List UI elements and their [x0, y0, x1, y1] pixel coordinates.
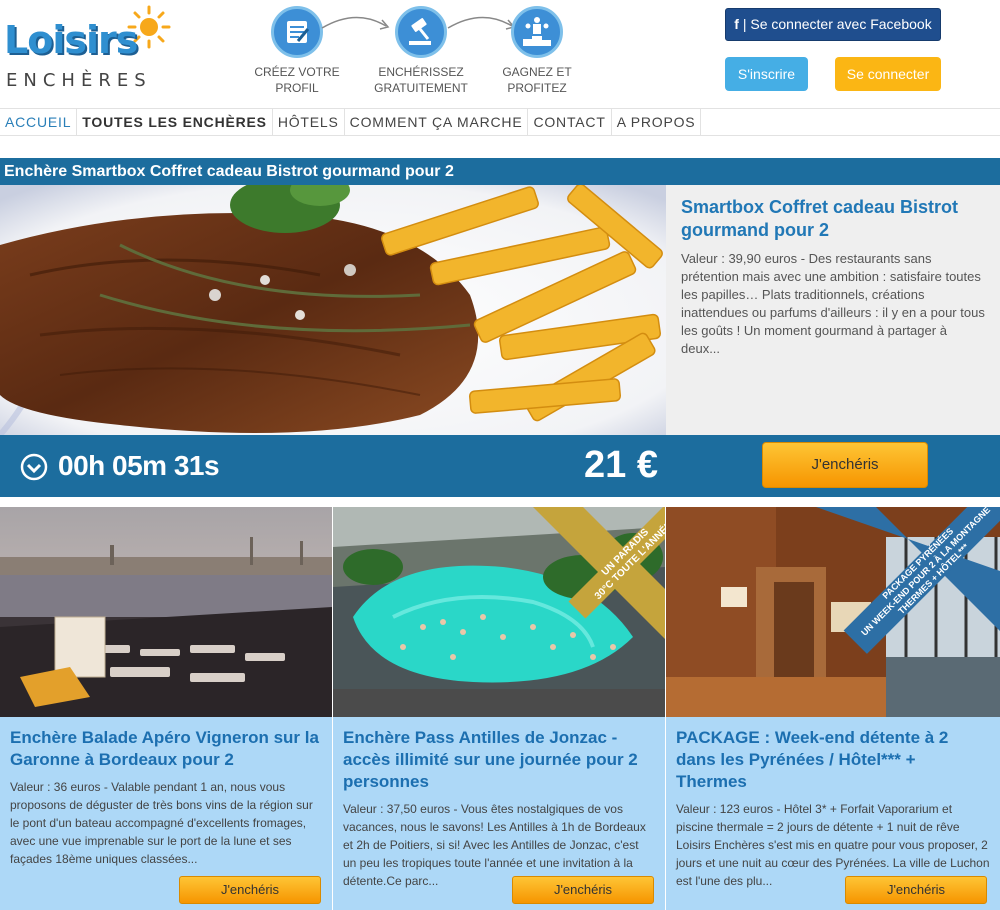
featured-auction-title[interactable]: Enchère Smartbox Coffret cadeau Bistrot …: [0, 158, 1000, 185]
site-header: Loisirs ENCHÈRES CRÉEZ VOTRE PROFIL ENCH…: [0, 0, 1000, 108]
bid-button[interactable]: J'enchéris: [179, 876, 321, 904]
auction-card-jonzac: UN PARADIS 30°C TOUTE L'ANNÉE Enchère Pa…: [333, 507, 665, 910]
countdown-timer: 00h 05m 31s: [58, 450, 220, 481]
login-button[interactable]: Se connecter: [835, 57, 941, 91]
tropical-pool-photo: [333, 507, 665, 717]
auction-card-bordeaux: Enchère Balade Apéro Vigneron sur la Gar…: [0, 507, 332, 910]
auction-card-image[interactable]: [0, 507, 332, 717]
river-apero-photo: [0, 507, 332, 717]
featured-bid-button[interactable]: J'enchéris: [762, 442, 928, 488]
facebook-login-label: Se connecter avec Facebook: [750, 16, 932, 32]
auction-card-title[interactable]: PACKAGE : Week-end détente à 2 dans les …: [676, 727, 990, 793]
step-label: CRÉEZ VOTRE PROFIL: [254, 65, 340, 95]
auction-gavel-icon: [395, 6, 447, 58]
featured-auction-details: Smartbox Coffret cadeau Bistrot gourmand…: [666, 185, 1000, 435]
logo-subtitle: ENCHÈRES: [6, 70, 152, 91]
current-price: 21 €: [584, 444, 658, 486]
steak-fries-photo: [0, 185, 666, 435]
how-it-works-steps: CRÉEZ VOTRE PROFIL ENCHÉRISSEZ GRATUITEM…: [232, 6, 612, 98]
logo-wordmark: Loisirs: [4, 18, 138, 62]
nav-item-hotels[interactable]: HÔTELS: [273, 109, 345, 135]
facebook-login-button[interactable]: f | Se connecter avec Facebook: [725, 8, 941, 41]
step-win-enjoy: GAGNEZ ET PROFITEZ: [472, 6, 602, 96]
featured-product-description: Valeur : 39,90 euros - Des restaurants s…: [681, 251, 985, 356]
nav-item-all-auctions[interactable]: TOUTES LES ENCHÈRES: [77, 109, 273, 135]
auction-card-description: Valeur : 36 euros - Valable pendant 1 an…: [10, 780, 313, 866]
facebook-icon: f: [734, 16, 739, 32]
featured-product-title[interactable]: Smartbox Coffret cadeau Bistrot gourmand…: [681, 196, 988, 242]
auction-card-image[interactable]: UN PARADIS 30°C TOUTE L'ANNÉE: [333, 507, 665, 717]
clock-icon: [20, 453, 48, 481]
site-logo[interactable]: Loisirs ENCHÈRES: [4, 4, 174, 100]
auction-card-image[interactable]: PACKAGE PYRÉNÉES UN WEEK-END POUR 2 À LA…: [666, 507, 1000, 717]
profile-form-icon: [271, 6, 323, 58]
bid-button[interactable]: J'enchéris: [845, 876, 987, 904]
nav-item-about[interactable]: A PROPOS: [612, 109, 702, 135]
nav-item-how-it-works[interactable]: COMMENT ÇA MARCHE: [345, 109, 529, 135]
auction-card-title[interactable]: Enchère Pass Antilles de Jonzac - accès …: [343, 727, 655, 793]
signup-button[interactable]: S'inscrire: [725, 57, 808, 91]
winner-podium-icon: [511, 6, 563, 58]
step-label-line1: ENCHÉRISSEZ: [378, 65, 464, 79]
nav-item-home[interactable]: ACCUEIL: [0, 109, 78, 135]
bid-button[interactable]: J'enchéris: [512, 876, 654, 904]
featured-auction-image[interactable]: [0, 185, 666, 435]
auction-card-title[interactable]: Enchère Balade Apéro Vigneron sur la Gar…: [10, 727, 322, 771]
step-label-line2: GRATUITEMENT: [374, 81, 468, 95]
main-navigation: ACCUEIL TOUTES LES ENCHÈRES HÔTELS COMME…: [0, 108, 1000, 136]
step-label: GAGNEZ ET PROFITEZ: [502, 65, 572, 95]
auction-card-pyrenees: PACKAGE PYRÉNÉES UN WEEK-END POUR 2 À LA…: [666, 507, 1000, 910]
nav-item-contact[interactable]: CONTACT: [528, 109, 612, 135]
featured-auction-status-bar: 00h 05m 31s 21 € J'enchéris: [0, 435, 1000, 497]
